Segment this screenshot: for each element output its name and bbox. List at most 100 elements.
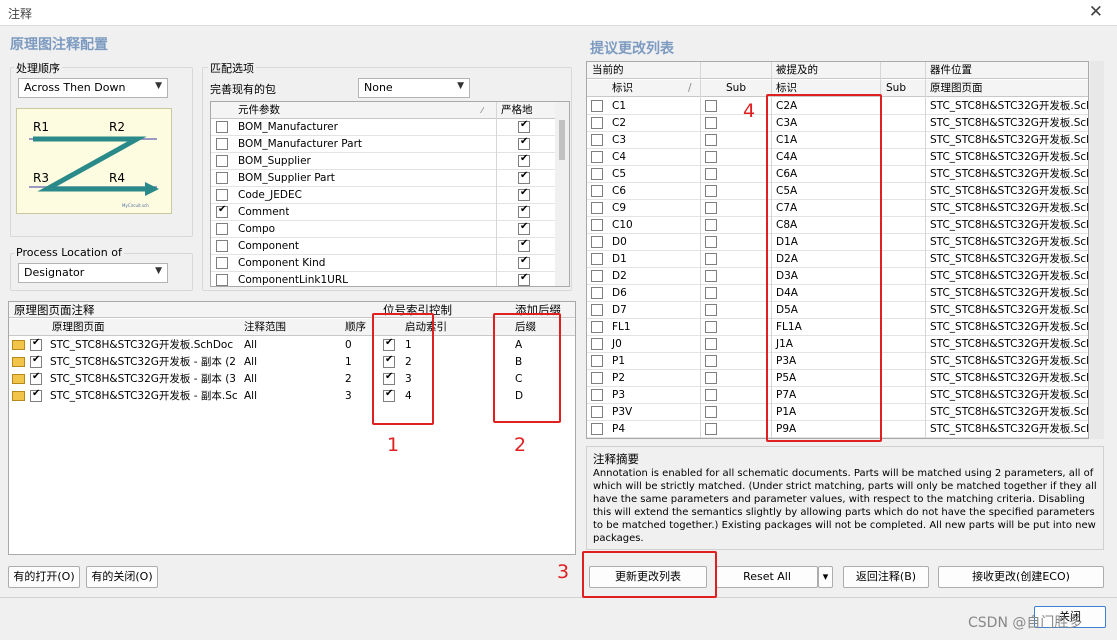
row-checkbox[interactable]: [591, 389, 603, 401]
param-checkbox[interactable]: [216, 189, 228, 201]
current-sub-checkbox[interactable]: [705, 321, 717, 333]
right-section-title: 提议更改列表: [590, 41, 674, 57]
row-checkbox[interactable]: [591, 253, 603, 265]
param-scrollbar[interactable]: [555, 102, 569, 286]
current-sub-checkbox[interactable]: [705, 287, 717, 299]
back-annotate-button[interactable]: 返回注释(B): [843, 566, 929, 588]
current-sub-checkbox[interactable]: [705, 185, 717, 197]
row-checkbox[interactable]: [591, 355, 603, 367]
sheet-enable-checkbox[interactable]: [30, 388, 42, 402]
reset-dropdown-chevron-icon[interactable]: ▾: [818, 566, 833, 588]
list-item: Component Kind: [211, 255, 569, 272]
current-sub-checkbox[interactable]: [705, 202, 717, 214]
row-checkbox[interactable]: [591, 372, 603, 384]
row-checkbox[interactable]: [591, 321, 603, 333]
current-sub-checkbox[interactable]: [705, 423, 717, 435]
enable-all-button[interactable]: 有的打开(O): [8, 566, 80, 588]
accept-changes-button[interactable]: 接收更改(创建ECO): [938, 566, 1104, 588]
current-sub-checkbox[interactable]: [705, 219, 717, 231]
param-checkbox[interactable]: [216, 172, 228, 184]
strict-checkbox[interactable]: [518, 272, 530, 286]
current-sub-checkbox[interactable]: [705, 372, 717, 384]
param-checkbox[interactable]: [216, 274, 228, 286]
current-designator: C10: [612, 219, 633, 231]
summary-title: 注释摘要: [593, 452, 639, 466]
strict-checkbox[interactable]: [518, 221, 530, 235]
row-checkbox[interactable]: [591, 236, 603, 248]
current-sub-checkbox[interactable]: [705, 100, 717, 112]
row-checkbox[interactable]: [591, 270, 603, 282]
sheet-enable-checkbox[interactable]: [30, 371, 42, 385]
current-sub-checkbox[interactable]: [705, 355, 717, 367]
current-sub-checkbox[interactable]: [705, 168, 717, 180]
current-sub-checkbox[interactable]: [705, 134, 717, 146]
strict-checkbox[interactable]: [518, 153, 530, 167]
current-sub-checkbox[interactable]: [705, 389, 717, 401]
sheet-table-header: 原理图页面 注释范围 顺序 启动索引 后缀: [9, 319, 575, 336]
row-checkbox[interactable]: [591, 100, 603, 112]
current-sub-checkbox[interactable]: [705, 270, 717, 282]
param-checkbox[interactable]: [216, 204, 228, 218]
sheet-order: 3: [345, 390, 352, 402]
strict-checkbox[interactable]: [518, 187, 530, 201]
location-page: STC_STC8H&STC32G开发板.Sch: [930, 338, 1089, 350]
location-page: STC_STC8H&STC32G开发板.Sch: [930, 168, 1089, 180]
complete-packages-select[interactable]: None ▼: [358, 78, 470, 98]
row-checkbox[interactable]: [591, 304, 603, 316]
row-checkbox[interactable]: [591, 338, 603, 350]
row-checkbox[interactable]: [591, 134, 603, 146]
row-checkbox[interactable]: [591, 202, 603, 214]
reset-all-button[interactable]: Reset All: [716, 566, 818, 588]
col-scope: 注释范围: [244, 321, 286, 333]
table-row: STC_STC8H&STC32G开发板.SchDocAll01A: [9, 337, 575, 354]
strict-checkbox[interactable]: [518, 238, 530, 252]
location-page: STC_STC8H&STC32G开发板.Sch: [930, 100, 1089, 112]
row-checkbox[interactable]: [591, 219, 603, 231]
disable-all-button[interactable]: 有的关闭(O): [86, 566, 158, 588]
sheet-enable-checkbox[interactable]: [30, 354, 42, 368]
strict-checkbox[interactable]: [518, 119, 530, 133]
row-checkbox[interactable]: [591, 168, 603, 180]
param-checkbox[interactable]: [216, 240, 228, 252]
current-sub-checkbox[interactable]: [705, 151, 717, 163]
param-name: BOM_Supplier: [238, 155, 311, 167]
sheet-scope: All: [244, 339, 258, 351]
current-sub-checkbox[interactable]: [705, 304, 717, 316]
location-page: STC_STC8H&STC32G开发板.Sch: [930, 236, 1089, 248]
annotation-label-4: 4: [743, 100, 756, 122]
param-checkbox[interactable]: [216, 223, 228, 235]
diagram-label-r1: R1: [33, 120, 49, 134]
order-diagram: MyCircuit.sch R1 R2 R3 R4: [16, 108, 172, 214]
row-checkbox[interactable]: [591, 151, 603, 163]
col-param: 元件参数: [238, 104, 280, 116]
param-checkbox[interactable]: [216, 121, 228, 133]
chevron-down-icon: ▼: [155, 81, 162, 91]
param-checkbox[interactable]: [216, 257, 228, 269]
strict-checkbox[interactable]: [518, 170, 530, 184]
row-checkbox[interactable]: [591, 287, 603, 299]
changes-scrollbar[interactable]: [1090, 61, 1104, 439]
process-location-value: Designator: [24, 266, 85, 279]
row-checkbox[interactable]: [591, 185, 603, 197]
param-checkbox[interactable]: [216, 138, 228, 150]
current-sub-checkbox[interactable]: [705, 236, 717, 248]
row-checkbox[interactable]: [591, 423, 603, 435]
strict-checkbox[interactable]: [518, 136, 530, 150]
order-select[interactable]: Across Then Down ▼: [18, 78, 168, 98]
current-sub-checkbox[interactable]: [705, 117, 717, 129]
order-select-value: Across Then Down: [24, 81, 126, 94]
title-bar: 注释 ✕: [0, 0, 1117, 26]
strict-checkbox[interactable]: [518, 204, 530, 218]
strict-checkbox[interactable]: [518, 255, 530, 269]
param-checkbox[interactable]: [216, 155, 228, 167]
current-sub-checkbox[interactable]: [705, 406, 717, 418]
current-sub-checkbox[interactable]: [705, 338, 717, 350]
table-row: STC_STC8H&STC32G开发板 - 副本.ScAll34D: [9, 388, 575, 405]
current-sub-checkbox[interactable]: [705, 253, 717, 265]
close-icon[interactable]: ✕: [1089, 2, 1103, 22]
process-location-select[interactable]: Designator ▼: [18, 263, 168, 283]
row-checkbox[interactable]: [591, 117, 603, 129]
sheet-enable-checkbox[interactable]: [30, 337, 42, 351]
complete-packages-value: None: [364, 81, 393, 94]
row-checkbox[interactable]: [591, 406, 603, 418]
